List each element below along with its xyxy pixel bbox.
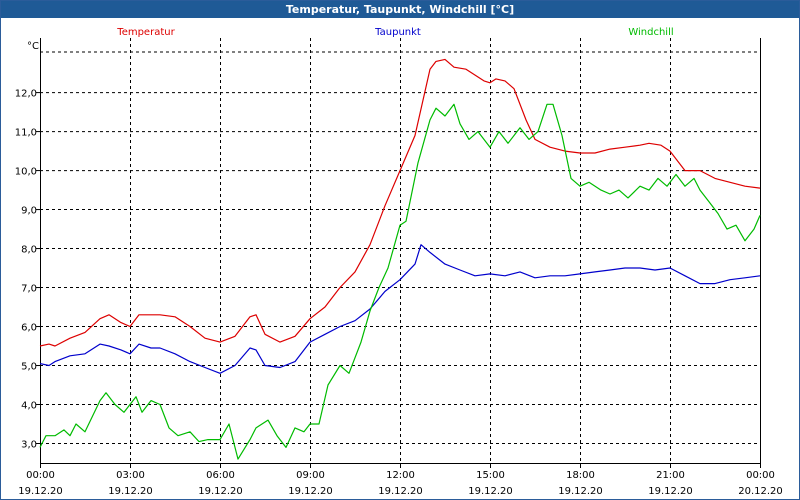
x-axis-ticks: 00:00 19.12.20 03:00 19.12.20 06:00 19.12.20 0… xyxy=(18,463,783,497)
grid-lines xyxy=(40,38,760,463)
y-tick-label: 11,0 xyxy=(15,128,37,139)
x-tick-time-label: 15:00 xyxy=(476,470,505,481)
x-tick-time-label: 18:00 xyxy=(566,470,595,481)
x-tick-date-label: 19.12.20 xyxy=(198,486,243,497)
legend-item-temperatur: Temperatur xyxy=(116,27,175,38)
x-tick-time-label: 06:00 xyxy=(206,470,235,481)
y-tick-label: 9,0 xyxy=(21,206,37,217)
y-tick-label: 8,0 xyxy=(21,245,37,256)
y-tick-label: 3,0 xyxy=(21,440,37,451)
y-tick-label: 10,0 xyxy=(15,167,37,178)
x-tick-date-label: 19.12.20 xyxy=(378,486,423,497)
legend-item-taupunkt: Taupunkt xyxy=(374,27,421,38)
y-tick-label: 5,0 xyxy=(21,362,37,373)
x-tick-date-label: 19.12.20 xyxy=(18,486,63,497)
x-tick-time-label: 21:00 xyxy=(656,470,685,481)
x-tick-time-label: 00:00 xyxy=(26,470,55,481)
x-tick-date-label: 19.12.20 xyxy=(108,486,153,497)
x-tick-time-label: 00:00 xyxy=(746,470,775,481)
line-chart: 3,0 4,0 5,0 6,0 7,0 8,0 9,0 10,0 11,0 12,0 00:00 1… xyxy=(15,27,783,497)
x-tick-time-label: 12:00 xyxy=(386,470,415,481)
y-tick-label: 6,0 xyxy=(21,323,37,334)
y-tick-label: 7,0 xyxy=(21,284,37,295)
x-tick-date-label: 19.12.20 xyxy=(648,486,693,497)
x-tick-time-label: 09:00 xyxy=(296,470,325,481)
legend-item-windchill: Windchill xyxy=(628,27,673,38)
x-tick-date-label: 19.12.20 xyxy=(288,486,333,497)
y-axis-unit-label: °C xyxy=(27,41,39,52)
chart-window: Temperatur, Taupunkt, Windchill [°C] 3,0… xyxy=(0,0,800,500)
y-tick-label: 4,0 xyxy=(21,401,37,412)
x-tick-time-label: 03:00 xyxy=(116,470,145,481)
legend: Temperatur Taupunkt Windchill xyxy=(116,27,673,38)
x-tick-date-label: 19.12.20 xyxy=(468,486,513,497)
x-tick-date-label: 19.12.20 xyxy=(558,486,603,497)
x-tick-date-label: 20.12.20 xyxy=(738,486,783,497)
y-axis-ticks: 3,0 4,0 5,0 6,0 7,0 8,0 9,0 10,0 11,0 12,0 xyxy=(15,89,40,451)
y-tick-label: 12,0 xyxy=(15,89,37,100)
